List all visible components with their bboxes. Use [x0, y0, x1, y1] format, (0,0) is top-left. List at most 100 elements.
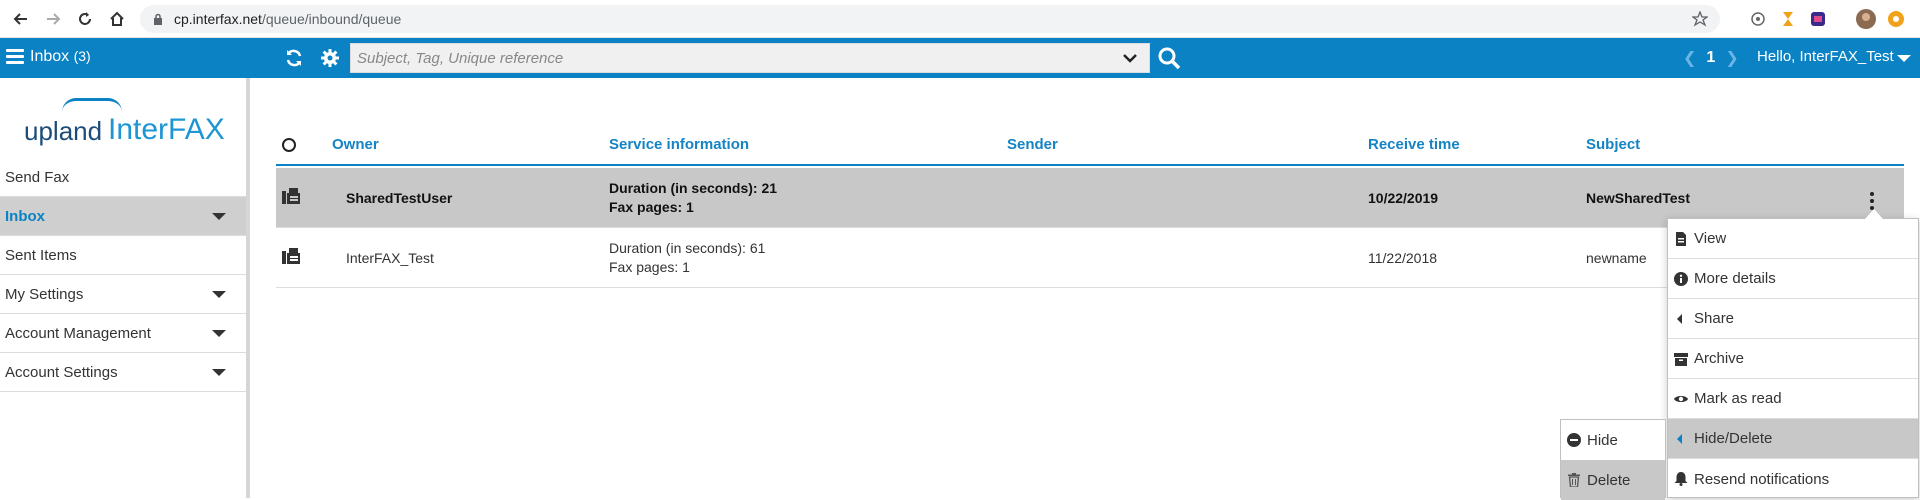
user-menu-caret-icon[interactable]: [1897, 55, 1911, 62]
menu-item-label: Archive: [1694, 350, 1745, 367]
browser-toolbar: cp.interfax.net/queue/inbound/queue: [0, 0, 1920, 38]
menu-item-label: More details: [1694, 270, 1776, 287]
extension-app-icon[interactable]: [1808, 9, 1828, 29]
column-subject[interactable]: Subject: [1586, 136, 1640, 153]
menu-item-mark-as-read[interactable]: Mark as read: [1668, 379, 1918, 419]
sidebar-item-account-settings[interactable]: Account Settings: [0, 353, 246, 392]
duration-cell: Duration (in seconds): 61: [609, 240, 766, 256]
fax-icon: [282, 248, 300, 264]
back-icon[interactable]: [6, 4, 36, 34]
sidebar-nav: Send Fax Inbox Sent Items My Settings Ac…: [0, 158, 246, 392]
document-icon: [1676, 232, 1686, 246]
caret-down-icon[interactable]: [212, 213, 226, 220]
sidebar: upland InterFAX Send Fax Inbox Sent Item…: [0, 78, 250, 498]
extension-icon[interactable]: [1748, 9, 1768, 29]
column-sender[interactable]: Sender: [1007, 136, 1058, 153]
logo-arc: [62, 98, 122, 112]
owner-cell: InterFAX_Test: [346, 250, 434, 266]
sidebar-item-label: Inbox: [5, 207, 45, 225]
prev-page-icon[interactable]: ❮: [1683, 48, 1696, 68]
chevron-down-icon[interactable]: [1123, 53, 1137, 63]
menu-item-hide-delete[interactable]: Hide/Delete: [1668, 419, 1918, 459]
url-path: /queue/inbound/queue: [261, 11, 402, 27]
menu-icon[interactable]: [6, 49, 24, 65]
pager: ❮ 1 ❯: [1683, 48, 1739, 68]
table-header: Owner Service information Sender Receive…: [276, 134, 1904, 166]
next-page-icon[interactable]: ❯: [1725, 48, 1738, 68]
menu-item-archive[interactable]: Archive: [1668, 339, 1918, 379]
submenu-item-delete[interactable]: Delete: [1561, 460, 1665, 500]
pages-cell: Fax pages: 1: [609, 259, 690, 275]
inbox-title[interactable]: Inbox (3): [30, 48, 91, 66]
receive-time-cell: 10/22/2019: [1368, 190, 1439, 206]
app-header: Inbox (3) ❮ 1 ❯ Hello, InterFAX_Test: [0, 38, 1920, 78]
user-greeting[interactable]: Hello, InterFAX_Test: [1757, 48, 1894, 65]
menu-item-view[interactable]: View: [1668, 219, 1918, 259]
refresh-icon[interactable]: [284, 48, 304, 68]
notification-icon[interactable]: [1886, 9, 1906, 29]
inbox-label: Inbox: [30, 48, 70, 65]
context-menu: View More details Share Archive Mark as …: [1667, 218, 1919, 498]
menu-item-more-details[interactable]: More details: [1668, 259, 1918, 299]
table-row[interactable]: InterFAX_Test Duration (in seconds): 61 …: [276, 228, 1904, 288]
sidebar-item-label: My Settings: [5, 285, 84, 303]
context-menu-pointer: [1865, 209, 1883, 219]
avatar[interactable]: [1856, 9, 1876, 29]
caret-down-icon[interactable]: [212, 330, 226, 337]
table-row[interactable]: SharedTestUser Duration (in seconds): 21…: [276, 168, 1904, 228]
hide-delete-submenu: Hide Delete: [1560, 419, 1666, 500]
more-actions-icon[interactable]: [1870, 192, 1876, 210]
caret-down-icon[interactable]: [212, 291, 226, 298]
inbox-count: (3): [73, 48, 91, 64]
star-icon[interactable]: [1692, 11, 1708, 27]
trash-icon: [1568, 473, 1580, 487]
logo[interactable]: upland InterFAX: [24, 98, 234, 158]
search-input[interactable]: [351, 44, 1111, 72]
receive-time-cell: 11/22/2018: [1368, 250, 1438, 266]
logo-interfax: InterFAX: [108, 113, 225, 146]
search-icon[interactable]: [1157, 46, 1181, 70]
duration-cell: Duration (in seconds): 21: [609, 180, 778, 196]
fax-icon: [282, 188, 300, 204]
column-service-information[interactable]: Service information: [609, 136, 749, 153]
lock-icon: [154, 13, 162, 25]
caret-down-icon[interactable]: [212, 369, 226, 376]
column-receive-time[interactable]: Receive time: [1368, 136, 1460, 153]
url-host: cp.interfax.net: [174, 11, 262, 27]
owner-cell: SharedTestUser: [346, 190, 453, 206]
gear-icon[interactable]: [320, 48, 340, 68]
menu-item-share[interactable]: Share: [1668, 299, 1918, 339]
column-owner[interactable]: Owner: [332, 136, 379, 153]
archive-icon: [1674, 353, 1688, 366]
logo-upland: upland: [24, 116, 103, 146]
hourglass-icon[interactable]: [1778, 9, 1798, 29]
eye-icon: [1674, 396, 1688, 402]
submenu-item-label: Hide: [1587, 431, 1618, 449]
minus-circle-icon: [1567, 433, 1581, 447]
home-icon[interactable]: [102, 4, 132, 34]
select-all-radio[interactable]: [282, 138, 296, 152]
caret-left-icon: [1677, 434, 1682, 444]
search-box[interactable]: [350, 43, 1150, 73]
submenu-item-hide[interactable]: Hide: [1561, 420, 1665, 460]
sidebar-item-account-management[interactable]: Account Management: [0, 314, 246, 353]
sidebar-item-send-fax[interactable]: Send Fax: [0, 158, 246, 197]
bell-icon: [1674, 472, 1688, 486]
sidebar-item-my-settings[interactable]: My Settings: [0, 275, 246, 314]
address-bar[interactable]: cp.interfax.net/queue/inbound/queue: [140, 5, 1720, 33]
menu-item-label: Hide/Delete: [1694, 430, 1773, 447]
page-number: 1: [1706, 49, 1716, 66]
sidebar-item-sent-items[interactable]: Sent Items: [0, 236, 246, 275]
menu-item-label: Share: [1694, 310, 1735, 327]
menu-item-label: View: [1694, 230, 1727, 247]
sidebar-item-inbox[interactable]: Inbox: [0, 197, 246, 236]
menu-item-resend-notifications[interactable]: Resend notifications: [1668, 459, 1918, 499]
sidebar-item-label: Send Fax: [5, 168, 70, 186]
sidebar-item-label: Account Management: [5, 324, 151, 342]
submenu-item-label: Delete: [1587, 471, 1631, 489]
sidebar-item-label: Account Settings: [5, 363, 118, 381]
subject-cell: newname: [1586, 250, 1647, 266]
reload-icon[interactable]: [70, 4, 100, 34]
sidebar-item-label: Sent Items: [5, 246, 77, 264]
forward-icon[interactable]: [38, 4, 68, 34]
